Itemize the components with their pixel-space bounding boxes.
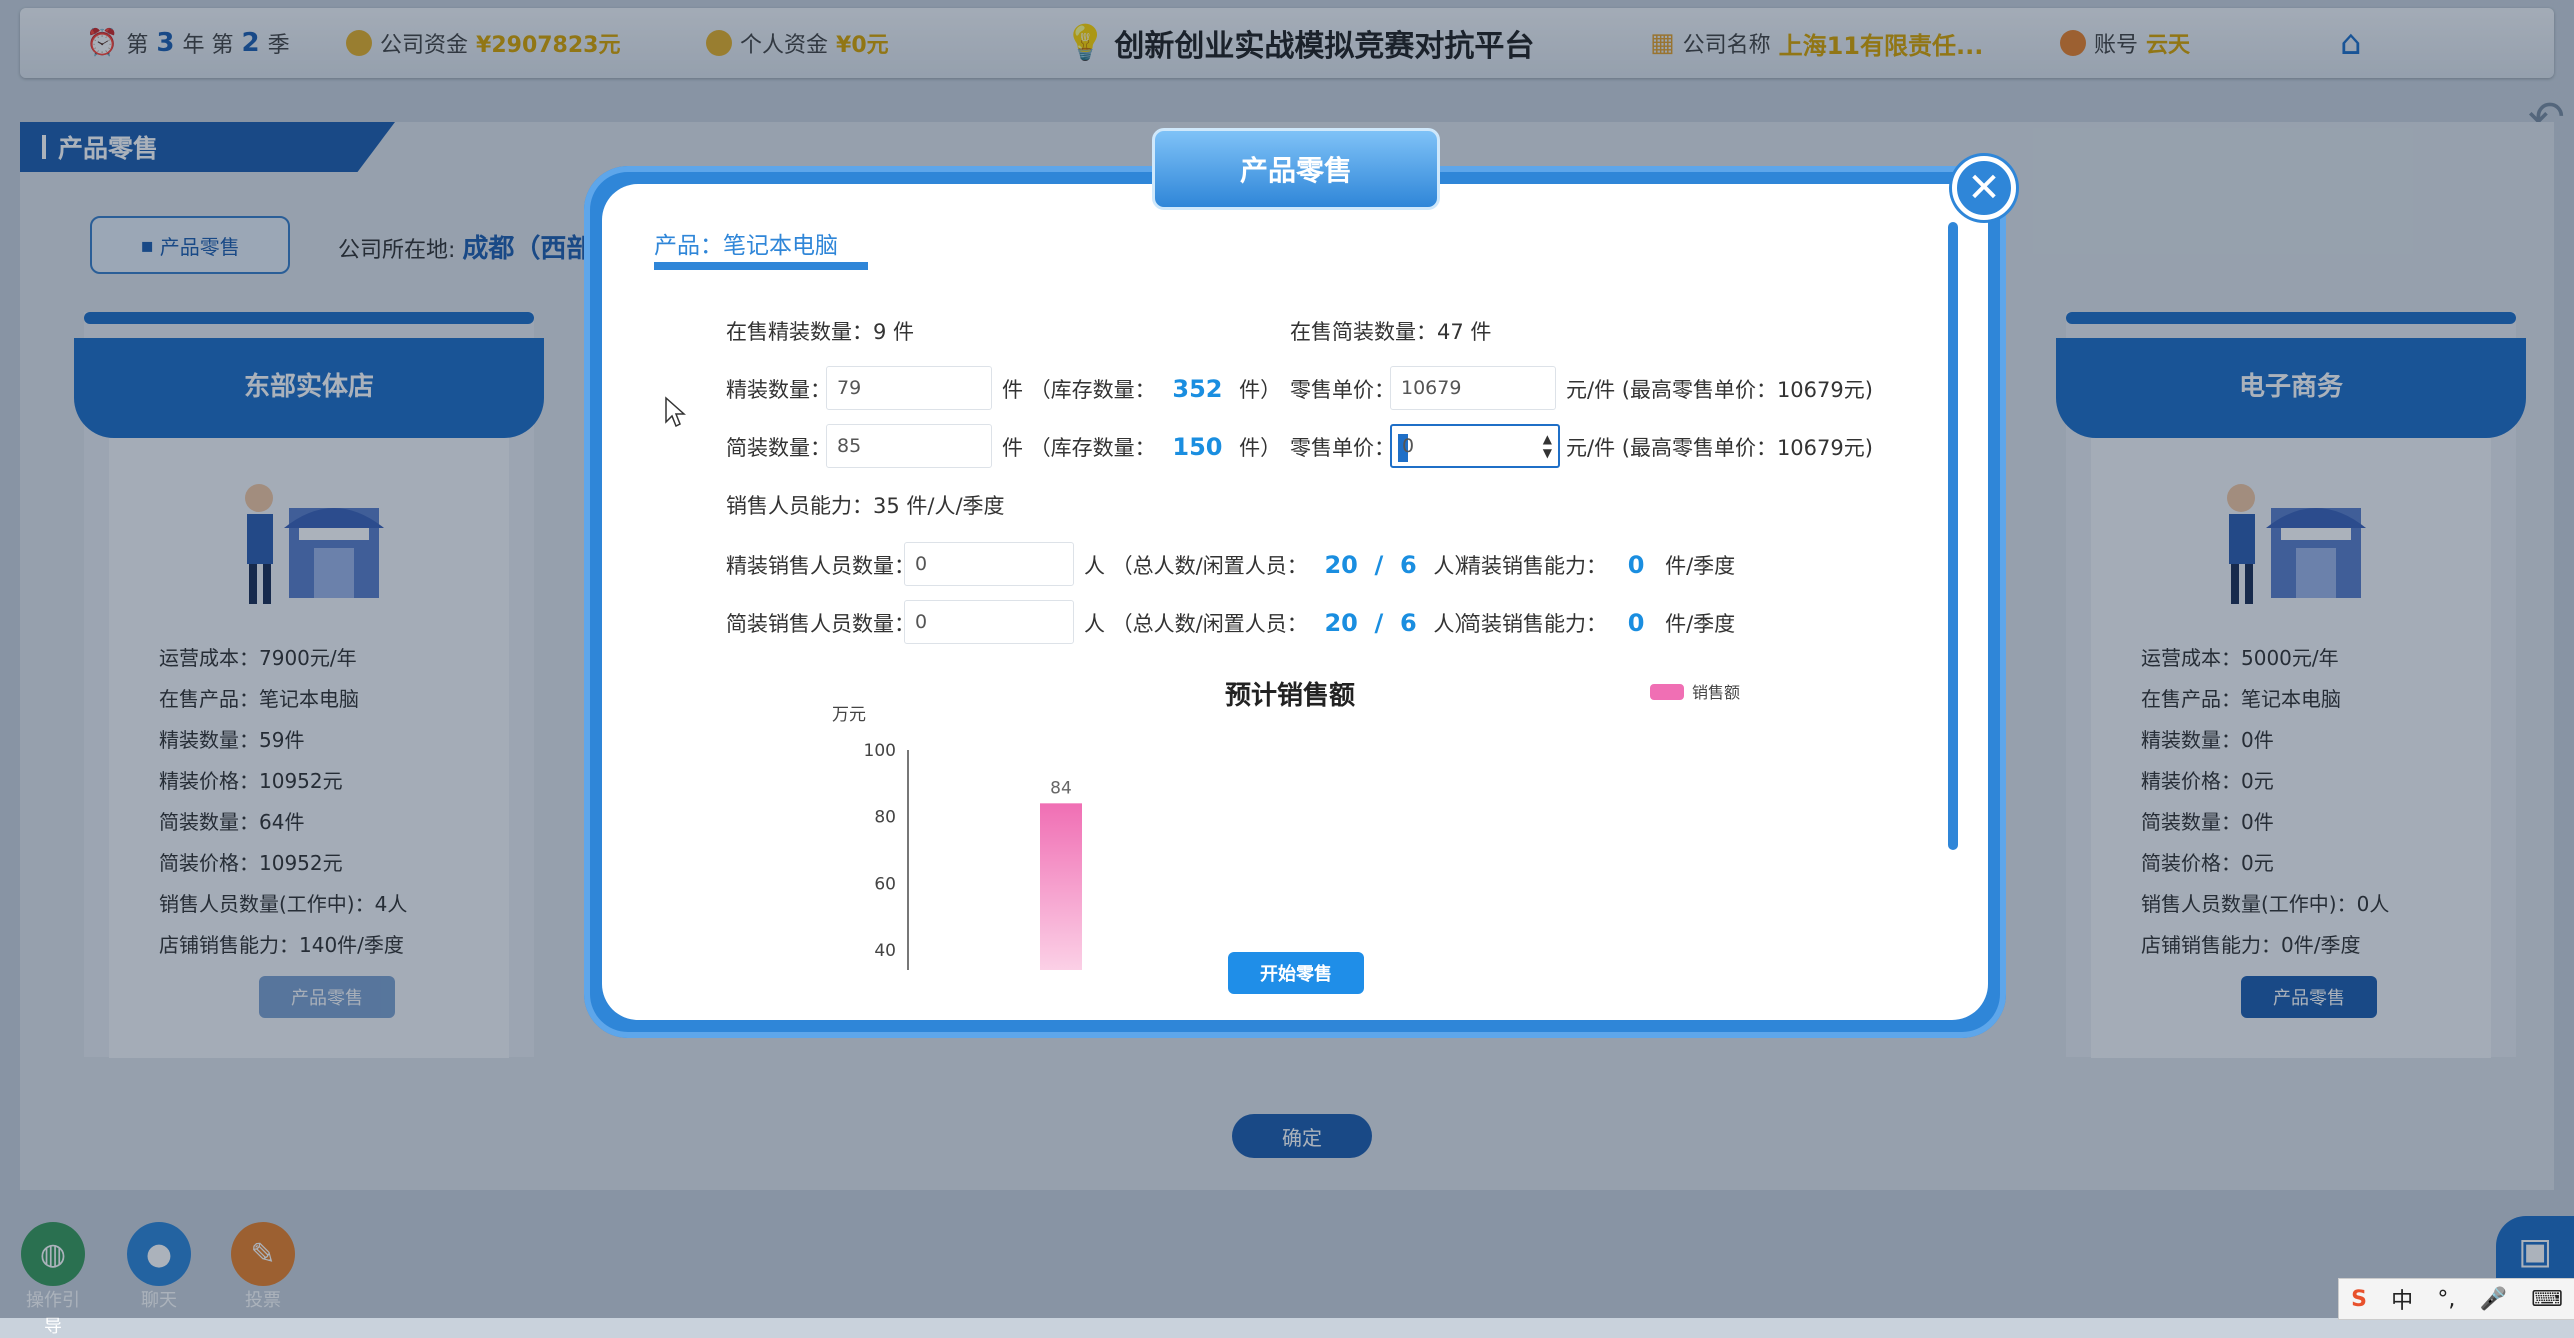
simple-qty-label: 简装数量： xyxy=(726,436,831,460)
simple-price-input[interactable]: 0 ▲ ▼ xyxy=(1390,424,1560,468)
on-sale-simple: 在售简装数量：47 件 xyxy=(1290,320,1492,344)
mouse-cursor-icon xyxy=(665,396,686,428)
simple-price-label: 零售单价： xyxy=(1290,436,1395,460)
stepper-arrows-icon[interactable]: ▲ ▼ xyxy=(1543,432,1552,460)
chart-bar xyxy=(1040,803,1082,970)
bar-data-label: 84 xyxy=(1050,778,1072,798)
simple-qty-input[interactable]: 85 xyxy=(826,424,992,468)
legend-label: 销售额 xyxy=(1692,683,1740,702)
deluxe-staff-label: 精装销售人员数量： xyxy=(726,554,915,578)
legend-swatch xyxy=(1650,684,1684,700)
deluxe-price-input[interactable]: 10679 xyxy=(1390,366,1556,410)
chart-bars: 84 xyxy=(1040,778,1082,970)
simple-staff-input[interactable]: 0 xyxy=(904,600,1074,644)
deluxe-stock: 件 （库存数量： 352 件） xyxy=(1002,375,1282,403)
simple-price-max: 元/件 (最高零售单价：10679元) xyxy=(1566,436,1873,460)
product-tab-underline xyxy=(654,262,868,270)
simple-staff-label: 简装销售人员数量： xyxy=(726,612,915,636)
deluxe-price-label: 零售单价： xyxy=(1290,378,1395,402)
deluxe-qty-label: 精装数量： xyxy=(726,378,831,402)
y-tick-label: 40 xyxy=(874,941,896,961)
simple-stock: 件 （库存数量： 150 件） xyxy=(1002,433,1282,461)
simple-capacity: 简装销售能力： 0 件/季度 xyxy=(1460,609,1736,637)
y-tick-label: 60 xyxy=(874,874,896,894)
deluxe-price-max: 元/件 (最高零售单价：10679元) xyxy=(1566,378,1873,402)
y-tick-label: 80 xyxy=(874,808,896,828)
sales-forecast-chart: 预计销售额 万元 销售额 100 80 60 40 84 xyxy=(832,680,1740,970)
sogou-icon[interactable]: S xyxy=(2351,1287,2367,1312)
modal-title: 产品零售 xyxy=(1152,128,1440,210)
deluxe-staff-input[interactable]: 0 xyxy=(904,542,1074,586)
simple-staff-count: 人 （总人数/闲置人员： 20 / 6 人） xyxy=(1084,609,1476,637)
chart-title: 预计销售额 xyxy=(1225,680,1355,711)
chart-axis: 100 80 60 40 xyxy=(864,741,909,970)
deluxe-capacity: 精装销售能力： 0 件/季度 xyxy=(1460,551,1736,579)
keyboard-icon[interactable]: ⌨ xyxy=(2531,1287,2563,1312)
start-retail-button[interactable]: 开始零售 xyxy=(1228,952,1364,994)
microphone-icon[interactable]: 🎤 xyxy=(2480,1287,2507,1312)
y-tick-label: 100 xyxy=(864,741,896,761)
deluxe-qty-input[interactable]: 79 xyxy=(826,366,992,410)
close-button[interactable]: ✕ xyxy=(1952,156,2016,220)
ime-toolbar[interactable]: S 中 °, 🎤 ⌨ xyxy=(2338,1278,2574,1320)
deluxe-staff-count: 人 （总人数/闲置人员： 20 / 6 人） xyxy=(1084,551,1476,579)
sales-capacity: 销售人员能力：35 件/人/季度 xyxy=(726,494,1005,518)
close-icon: ✕ xyxy=(1967,165,2001,211)
chart-y-label: 万元 xyxy=(832,705,866,725)
on-sale-deluxe: 在售精装数量：9 件 xyxy=(726,320,915,344)
product-tab[interactable]: 产品：笔记本电脑 xyxy=(654,226,838,260)
modal-scrollbar[interactable] xyxy=(1948,222,1958,850)
